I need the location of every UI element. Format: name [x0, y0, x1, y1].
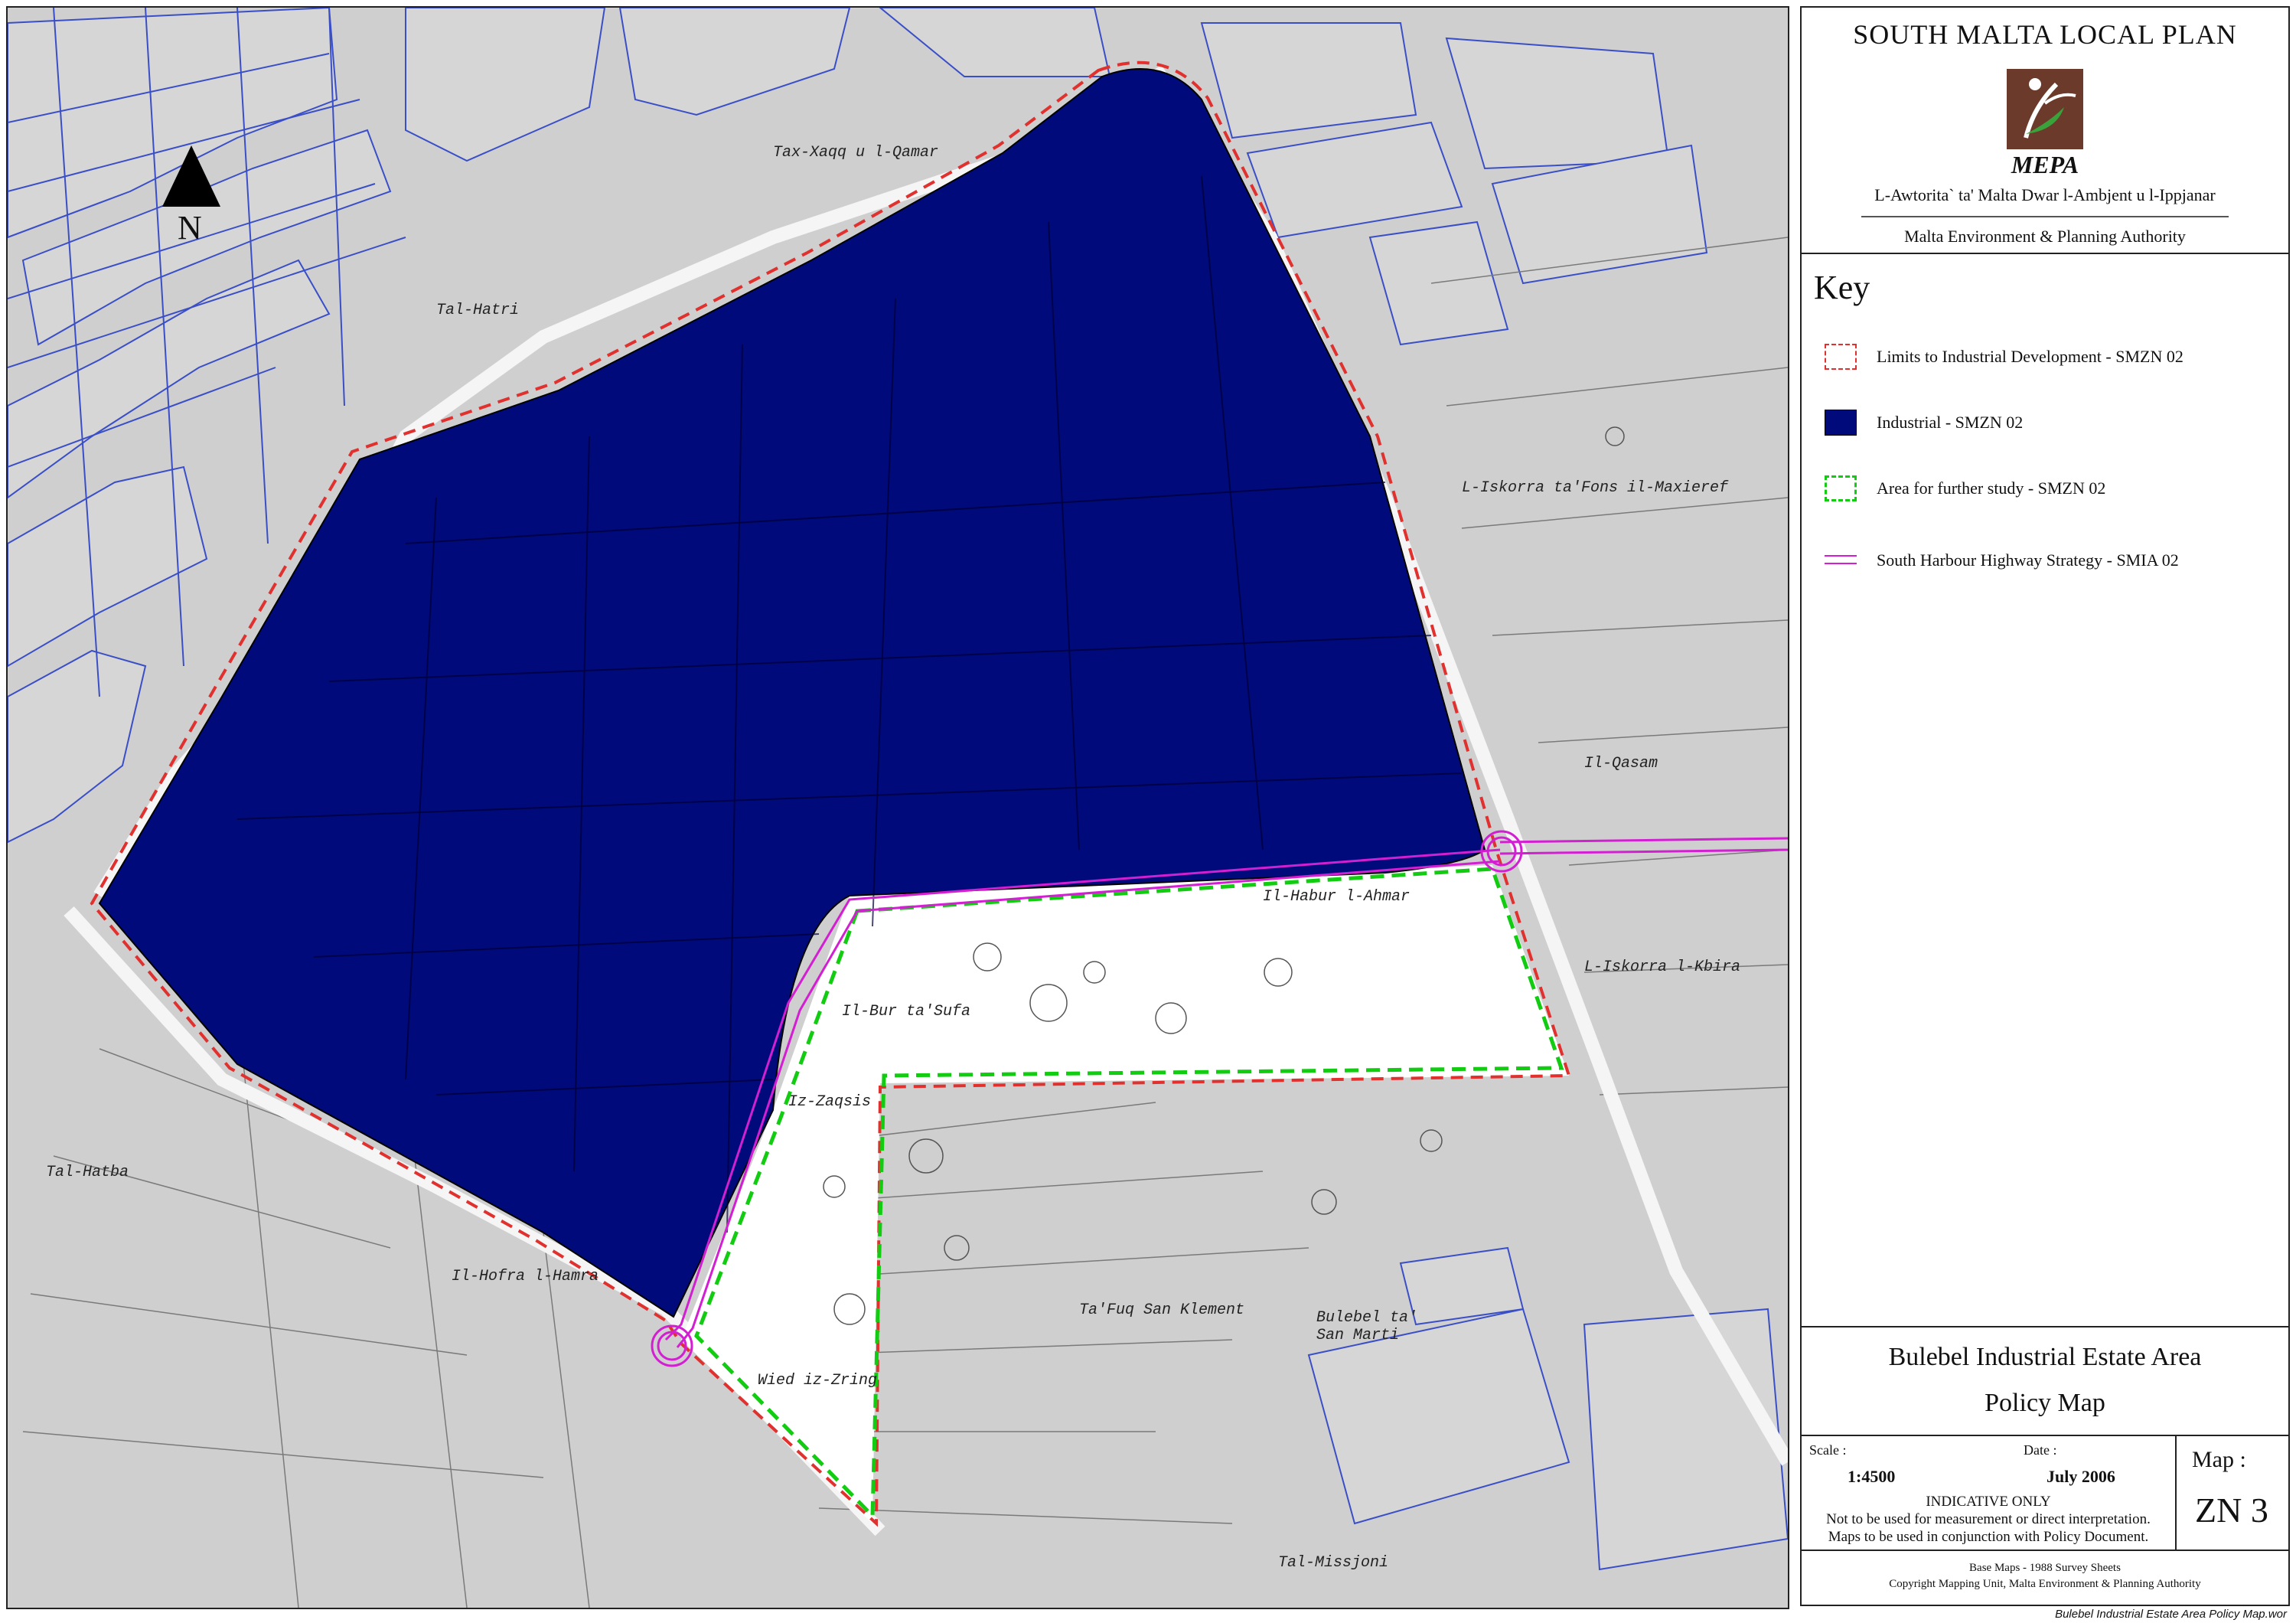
- place-label: L-Iskorra ta'Fons il-Maxieref: [1462, 479, 1729, 497]
- map-number-label: Map :: [2192, 1447, 2246, 1472]
- place-label: Tal-Missjoni: [1278, 1554, 1389, 1572]
- key-item-label: Industrial - SMZN 02: [1877, 413, 2024, 432]
- industrial-swatch-icon: [1825, 410, 1857, 436]
- place-label: Bulebel ta' San Marti: [1316, 1309, 1418, 1344]
- logo-wordmark: MEPA: [2011, 151, 2079, 178]
- authority-name-maltese: L-Awtorita` ta' Malta Dwar l-Ambjent u l…: [1874, 185, 2216, 204]
- divider: [1861, 216, 2229, 217]
- area-title: Bulebel Industrial Estate Area: [1888, 1343, 2202, 1371]
- place-label: L-Iskorra l-Kbira: [1584, 958, 1741, 976]
- plan-title: SOUTH MALTA LOCAL PLAN: [1853, 19, 2237, 50]
- indicative-notice: INDICATIVE ONLY Not to be used for measu…: [1802, 1493, 2175, 1546]
- place-label: Il-Qasam: [1584, 755, 1658, 772]
- place-label: Tal-Hatba: [46, 1164, 129, 1181]
- place-label: Ta'Fuq San Klement: [1079, 1301, 1245, 1319]
- key-item-label: Area for further study - SMZN 02: [1877, 478, 2106, 498]
- key-item-label: South Harbour Highway Strategy - SMIA 02: [1877, 550, 2179, 570]
- key-item-industrial: Industrial - SMZN 02: [1825, 407, 2023, 438]
- map-number: ZN 3: [2195, 1491, 2268, 1530]
- key-title: Key: [1814, 269, 1870, 306]
- map-metadata: Scale : 1:4500 Date : July 2006 INDICATI…: [1802, 1436, 2288, 1551]
- scale-value: 1:4500: [1848, 1467, 1896, 1486]
- study-swatch-icon: [1825, 475, 1857, 501]
- place-label: Tal-Hatri: [436, 302, 520, 319]
- file-caption: Bulebel Industrial Estate Area Policy Ma…: [2055, 1608, 2287, 1621]
- key-item-highway: South Harbour Highway Strategy - SMIA 02: [1825, 545, 2179, 576]
- map-canvas[interactable]: N Tax-Xaqq u l-Qamar Tal-Hatri L-Iskorra…: [6, 6, 1789, 1609]
- mepa-logo-icon: [2007, 69, 2083, 149]
- plan-header: SOUTH MALTA LOCAL PLAN MEPA L-Awtorita` …: [1802, 8, 2288, 254]
- authority-name-english: Malta Environment & Planning Authority: [1904, 227, 2186, 246]
- north-label: N: [178, 209, 202, 247]
- place-label: Il-Hofra l-Hamra: [452, 1268, 599, 1285]
- scale-label: Scale :: [1809, 1442, 1847, 1458]
- place-label: Il-Habur l-Ahmar: [1263, 888, 1411, 906]
- highway-swatch-icon: [1825, 547, 1857, 573]
- source-credits: Base Maps - 1988 Survey Sheets Copyright…: [1802, 1551, 2288, 1606]
- legend-panel: SOUTH MALTA LOCAL PLAN MEPA L-Awtorita` …: [1800, 6, 2290, 1606]
- place-label: Tax-Xaqq u l-Qamar: [773, 144, 939, 162]
- key-item-study: Area for further study - SMZN 02: [1825, 473, 2105, 504]
- indicative-line: Not to be used for measurement or direct…: [1826, 1511, 2151, 1527]
- map-type-title: Policy Map: [1985, 1389, 2105, 1417]
- date-label: Date :: [2024, 1442, 2057, 1458]
- map-drawing: [8, 8, 1788, 1608]
- mepa-logo: MEPA: [2003, 61, 2087, 178]
- limits-swatch-icon: [1825, 344, 1857, 370]
- map-key: Key Limits to Industrial Development - S…: [1802, 254, 2288, 1327]
- place-label: Il-Bur ta'Sufa: [842, 1003, 971, 1020]
- indicative-line: INDICATIVE ONLY: [1926, 1494, 2051, 1510]
- place-label: Iz-Zaqsis: [788, 1093, 872, 1111]
- scale-date-box: Scale : 1:4500 Date : July 2006 INDICATI…: [1802, 1436, 2177, 1551]
- indicative-line: Maps to be used in conjunction with Poli…: [1828, 1529, 2149, 1545]
- key-item-limits: Limits to Industrial Development - SMZN …: [1825, 341, 2183, 372]
- map-title-block: Bulebel Industrial Estate Area Policy Ma…: [1802, 1327, 2288, 1436]
- place-label: Wied iz-Zring: [758, 1372, 878, 1390]
- key-item-label: Limits to Industrial Development - SMZN …: [1877, 347, 2183, 366]
- base-maps-credit: Base Maps - 1988 Survey Sheets: [1969, 1562, 2121, 1574]
- date-value: July 2006: [2047, 1467, 2115, 1486]
- copyright-credit: Copyright Mapping Unit, Malta Environmen…: [1889, 1578, 2201, 1590]
